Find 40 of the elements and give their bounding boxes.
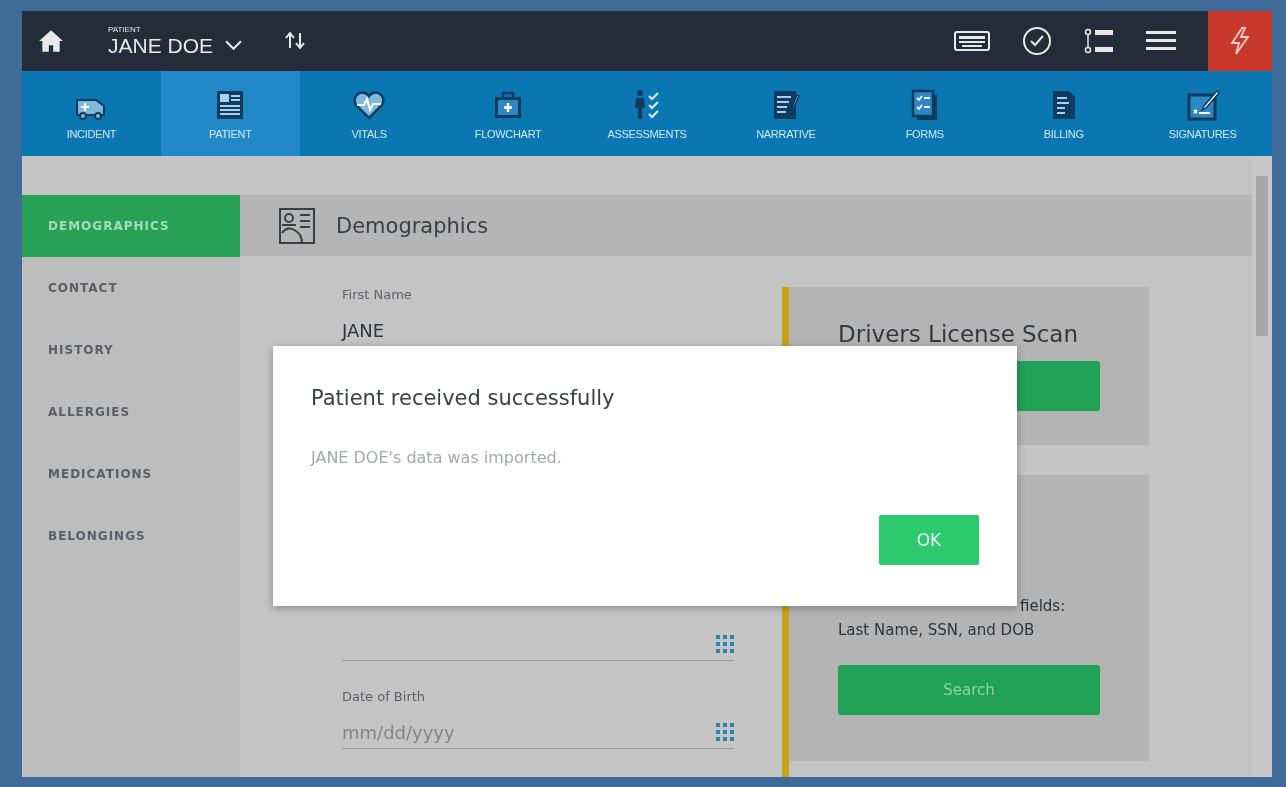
nav-tab[interactable]: PATIENT xyxy=(160,71,300,156)
sidebar-item[interactable]: ALLERGIES xyxy=(22,381,240,443)
nav-tab[interactable]: SIGNATURES xyxy=(1133,71,1272,156)
scrollbar[interactable] xyxy=(1252,156,1272,777)
home-icon[interactable] xyxy=(38,29,64,53)
sort-arrows-icon[interactable] xyxy=(284,30,307,52)
nav-tab[interactable]: FLOWCHART xyxy=(438,71,578,156)
chevron-down-icon[interactable] xyxy=(225,40,243,51)
sidebar-item[interactable]: MEDICATIONS xyxy=(22,443,240,505)
keypad-icon[interactable] xyxy=(716,723,734,741)
nav-tab[interactable]: VITALS xyxy=(299,71,439,156)
sidebar-item[interactable]: CONTACT xyxy=(22,257,240,319)
field-label: Date of Birth xyxy=(342,689,427,704)
lightning-icon xyxy=(1228,26,1252,56)
input-field[interactable]: mm/dd/yyyy xyxy=(342,721,716,743)
nav-tab[interactable]: BILLING xyxy=(994,71,1134,156)
dialog-message: JANE DOE's data was imported. xyxy=(311,448,563,467)
search-instructions: fields: Last Name, SSN, and DOB xyxy=(838,596,1067,641)
lightning-button[interactable] xyxy=(1208,11,1272,71)
check-circle-icon[interactable] xyxy=(1022,26,1052,56)
nav-tab[interactable]: ASSESSMENTS xyxy=(577,71,717,156)
nav-tab[interactable]: NARRATIVE xyxy=(716,71,856,156)
patient-name[interactable]: JANE DOE xyxy=(108,33,214,58)
keypad-icon[interactable] xyxy=(716,635,734,653)
field-label: First Name xyxy=(342,287,413,302)
input-field[interactable]: JANE xyxy=(342,314,734,346)
nav-tab[interactable]: FORMS xyxy=(855,71,995,156)
keyboard-icon[interactable] xyxy=(954,31,990,51)
patient-label: PATIENT xyxy=(108,24,142,34)
sidebar-item[interactable]: DEMOGRAPHICS xyxy=(22,195,240,257)
menu-icon[interactable] xyxy=(1146,30,1176,52)
card-title: Drivers License Scan xyxy=(838,321,1079,347)
sidebar-item[interactable]: BELONGINGS xyxy=(22,505,240,567)
sidebar-item[interactable]: HISTORY xyxy=(22,319,240,381)
id-card-icon xyxy=(278,206,316,245)
nav-tab[interactable]: INCIDENT xyxy=(22,71,161,156)
list-icon[interactable] xyxy=(1084,28,1114,54)
dialog-title: Patient received successfully xyxy=(311,386,616,410)
section-title: Demographics xyxy=(336,213,489,238)
signature-icon xyxy=(1185,87,1220,122)
